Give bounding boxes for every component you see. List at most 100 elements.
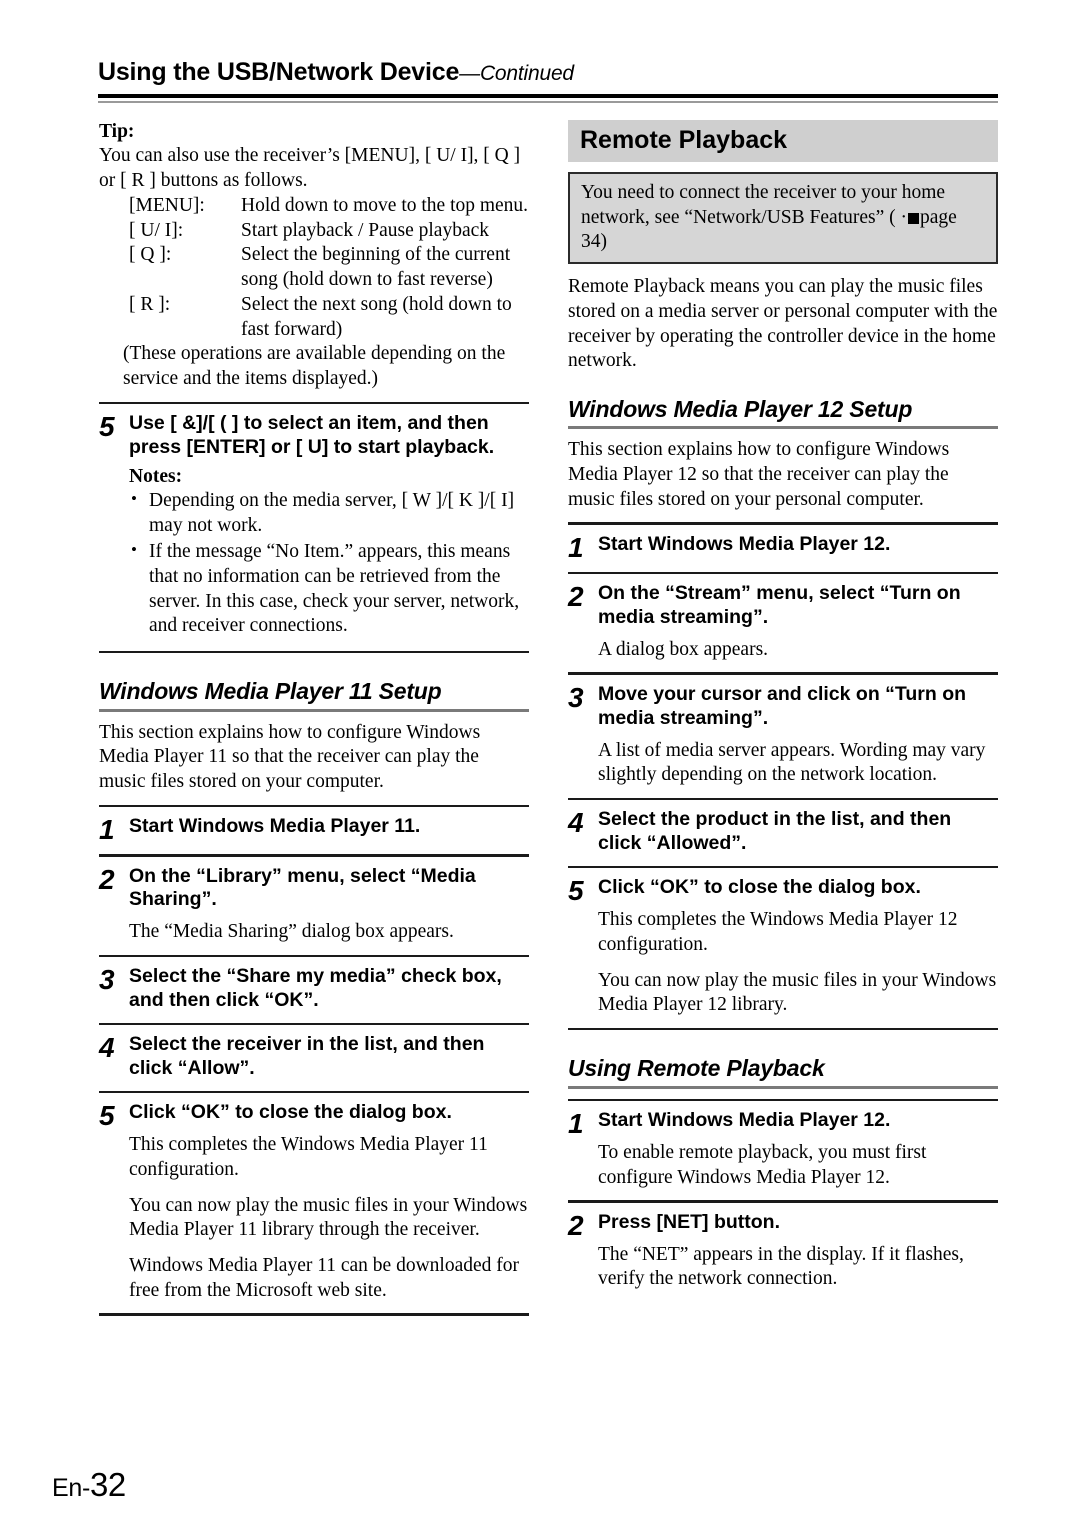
step-note: To enable remote playback, you must firs… [598, 1141, 927, 1188]
rule-under-heading-using-remote [568, 1085, 998, 1089]
rule-above-step [568, 1098, 998, 1102]
manual-page: Using the USB/Network Device—Continued T… [0, 0, 1080, 1526]
right-column: Remote Playback You need to connect the … [568, 120, 998, 1292]
rule-above-step [568, 571, 998, 575]
tip-label: Tip: [99, 121, 135, 142]
step-number: 5 [99, 1100, 115, 1132]
step-content: Start Windows Media Player 12. [598, 533, 998, 557]
tip-row-value: Select the next song (hold down to fast … [241, 293, 512, 340]
step-item: 1 Start Windows Media Player 12. To enab… [568, 1109, 998, 1190]
tip-lead-line-2: or [ R ] buttons as follows. [99, 170, 308, 192]
step-note: A list of media server appears. Wording … [598, 739, 986, 786]
tip-button-table: [MENU]: Hold down to move to the top men… [129, 194, 529, 343]
step-note: You can now play the music files in your… [129, 1194, 528, 1241]
header-rule-thick [98, 94, 998, 98]
step-note: The “NET” appears in the display. If it … [598, 1243, 964, 1290]
step-content: Click “OK” to close the dialog box. This… [598, 876, 998, 1017]
rule-above-step [568, 1200, 998, 1203]
note-item: If the message “No Item.” appears, this … [129, 539, 529, 639]
chapter-title-bar: Remote Playback [568, 120, 998, 163]
note-box: You need to connect the receiver to your… [568, 172, 998, 265]
step-content: Select the receiver in the list, and the… [129, 1033, 529, 1081]
step-item: 4 Select the product in the list, and th… [568, 808, 998, 856]
tip-row-key: [ Q ]: [129, 244, 172, 266]
tip-row: [ Q ]: Select the beginning of the curre… [129, 243, 529, 293]
header-rule-thin [98, 101, 998, 103]
section-heading-wmp11: Windows Media Player 11 Setup [99, 678, 442, 705]
note-box-line-2: network, see “Network/USB Features” ( · p… [581, 206, 985, 255]
step-number: 5 [99, 411, 115, 443]
step-note: This completes the Windows Media Player … [598, 909, 958, 955]
step-content: Click “OK” to close the dialog box. This… [129, 1101, 529, 1303]
page-header-title-text: Using the USB/Network Device [98, 58, 460, 86]
step-title: Press [NET] button. [598, 1210, 781, 1233]
tip-row-value: Start playback / Pause playback [241, 219, 490, 241]
tip-row: [ U/ I]: Start playback / Pause playback [129, 219, 529, 244]
step-note: The “Media Sharing” dialog box appears. [129, 921, 454, 943]
notes-label: Notes: [129, 465, 183, 487]
rule-above-step [99, 854, 529, 857]
step-note: A dialog box appears. [598, 638, 769, 660]
left-column: Tip: You can also use the receiver’s [ME… [99, 120, 529, 1316]
step-content: On the “Stream” menu, select “Turn on me… [598, 582, 998, 662]
tip-row-value: Select the beginning of the current song… [241, 244, 511, 291]
step-title: Click “OK” to close the dialog box. [129, 1101, 452, 1124]
step-title: Move your cursor and click on “Turn on m… [598, 682, 967, 729]
rule-above-step [99, 1022, 529, 1026]
step-title: On the “Stream” menu, select “Turn on me… [598, 582, 961, 629]
rule-above-step [99, 954, 529, 958]
step-title: Start Windows Media Player 11. [129, 815, 421, 838]
step-number: 4 [568, 807, 584, 839]
step-title: Start Windows Media Player 12. [598, 1109, 891, 1132]
page-header-continued: —Continued [459, 62, 574, 85]
tip-row: [MENU]: Hold down to move to the top men… [129, 194, 529, 219]
tip-row-key: [ R ]: [129, 293, 171, 315]
step-title: On the “Library” menu, select “Media Sha… [129, 864, 476, 911]
step-content: On the “Library” menu, select “Media Sha… [129, 865, 529, 945]
step-item: 2 On the “Library” menu, select “Media S… [99, 865, 529, 945]
tip-row-key: [MENU]: [129, 194, 205, 216]
tip-lead-line-1: You can also use the receiver’s [MENU], … [99, 145, 521, 167]
step-content: Move your cursor and click on “Turn on m… [598, 683, 998, 788]
section-heading-using-remote-playback: Using Remote Playback [568, 1055, 825, 1082]
footer-language-prefix: En- [52, 1474, 91, 1502]
step-number: 1 [568, 531, 584, 563]
note-item: Depending on the media server, [ W ]/[ K… [129, 488, 529, 538]
step-note: You can now play the music files in your… [598, 969, 997, 1016]
notes-list: Depending on the media server, [ W ]/[ K… [129, 488, 529, 639]
step-note: Windows Media Player 11 can be downloade… [129, 1254, 520, 1301]
rule-below-section-wmp11 [99, 1313, 529, 1316]
tip-block: Tip: You can also use the receiver’s [ME… [99, 120, 529, 392]
section-intro-wmp11: This section explains how to configure W… [99, 721, 481, 792]
tip-row-value: Hold down to move to the top menu. [241, 194, 529, 216]
step-item: 4 Select the receiver in the list, and t… [99, 1033, 529, 1081]
rule-above-step [99, 1090, 529, 1094]
page-header-title: Using the USB/Network Device—Continued [98, 58, 998, 86]
rule-above-step [99, 804, 529, 808]
tip-row-key: [ U/ I]: [129, 219, 184, 241]
step-note: This completes the Windows Media Player … [129, 1134, 488, 1180]
step-item: 1 Start Windows Media Player 12. [568, 533, 998, 562]
step-number: 3 [99, 964, 115, 996]
step-item: 3 Select the “Share my media” check box,… [99, 965, 529, 1013]
step-item: 5 Use [ &]/[ ( ] to select an item, and … [99, 412, 529, 641]
step-number: 5 [568, 875, 584, 907]
rule-above-step-5 [99, 401, 529, 405]
step-title: Select the product in the list, and then… [598, 808, 952, 855]
step-title: Click “OK” to close the dialog box. [598, 876, 921, 899]
tip-closing-note: (These operations are available dependin… [123, 343, 506, 390]
rule-above-step [568, 797, 998, 801]
step-number: 4 [99, 1032, 115, 1064]
section-intro-wmp12: This section explains how to configure W… [568, 439, 950, 510]
step-item: 5 Click “OK” to close the dialog box. Th… [99, 1101, 529, 1303]
step-number: 1 [568, 1108, 584, 1140]
step-content: Select the product in the list, and then… [598, 808, 998, 856]
page-footer: En-32 [52, 1466, 126, 1504]
footer-page-number: 32 [90, 1466, 126, 1503]
step-title: Select the “Share my media” check box, a… [129, 965, 502, 1012]
step-item: 3 Move your cursor and click on “Turn on… [568, 683, 998, 788]
step-content: Select the “Share my media” check box, a… [129, 965, 529, 1013]
step-title: Start Windows Media Player 12. [598, 532, 891, 555]
